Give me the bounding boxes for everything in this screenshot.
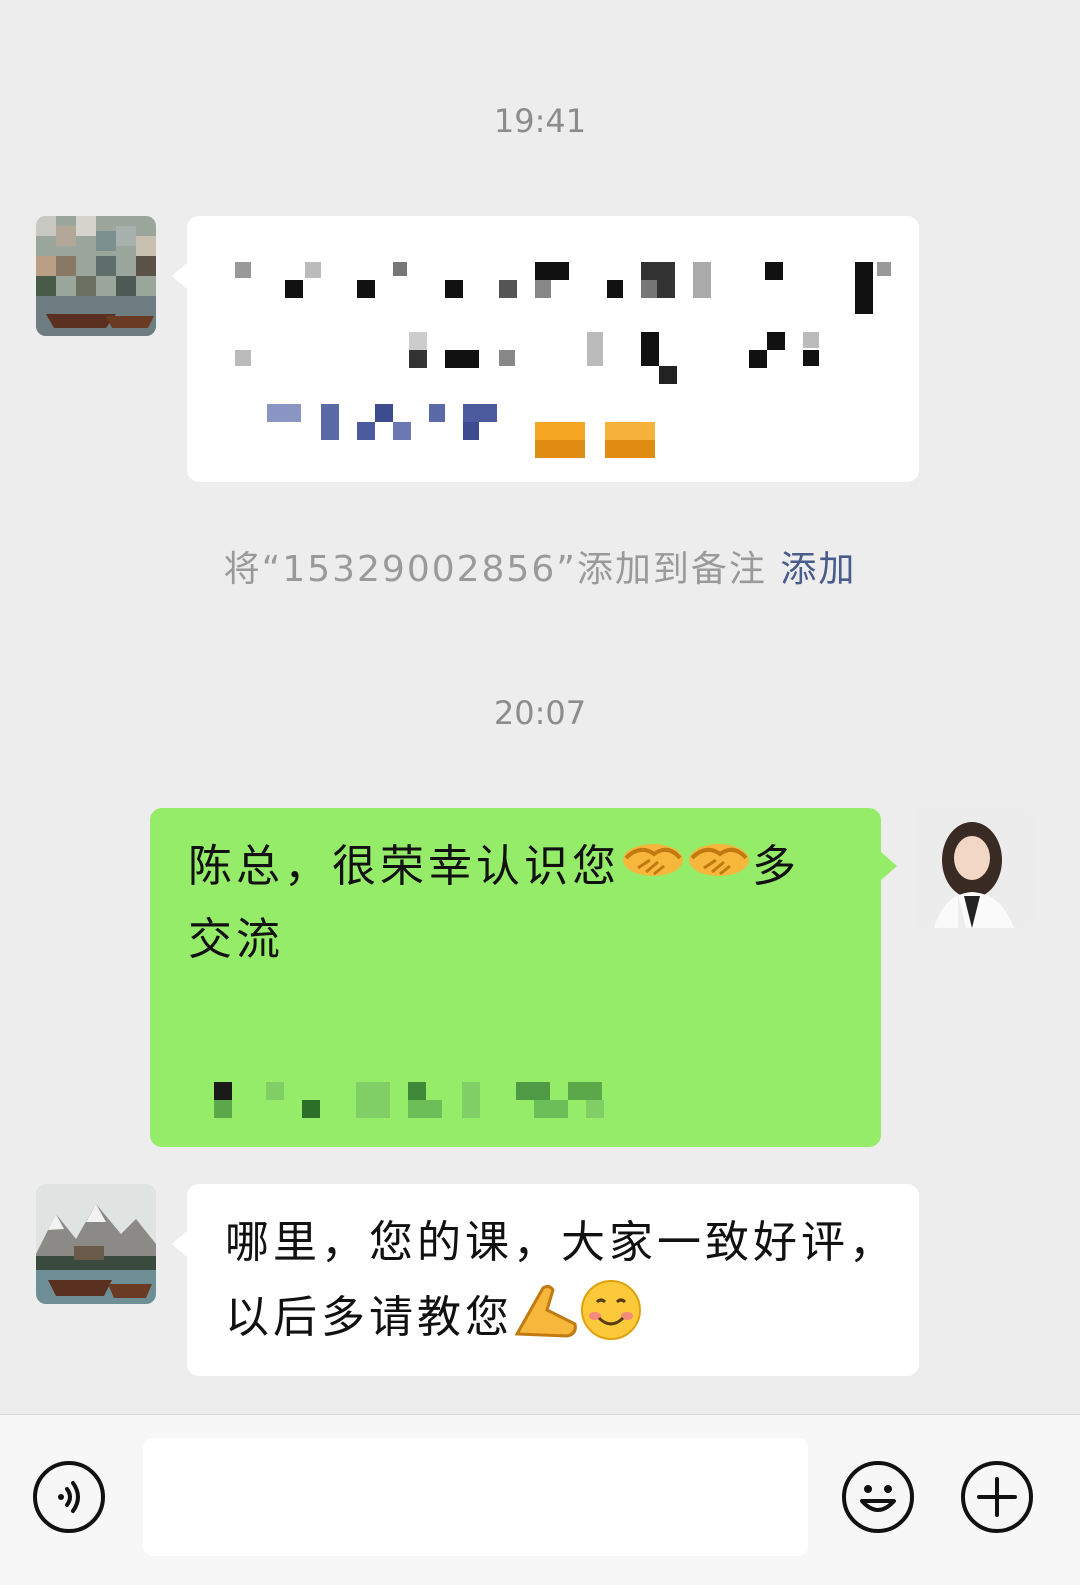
smile-emoji	[579, 1278, 643, 1363]
emoji-icon	[860, 1485, 896, 1512]
bubble-tail	[172, 1230, 188, 1258]
notice-text: 将“15329002856”添加到备注	[223, 549, 767, 590]
emoji-button[interactable]	[842, 1461, 914, 1533]
add-remark-link[interactable]: 添加	[780, 549, 856, 590]
handshake-emoji	[686, 834, 752, 905]
handshake-emoji	[620, 834, 686, 905]
voice-icon	[58, 1481, 80, 1513]
message-bubble-received-blurred[interactable]	[187, 216, 919, 482]
message-line: 多	[752, 841, 800, 892]
message-input[interactable]	[143, 1438, 808, 1556]
message-line: 哪里，您的课，大家一致好评，	[225, 1217, 897, 1268]
more-button[interactable]	[961, 1461, 1033, 1533]
timestamp: 19:41	[493, 102, 587, 140]
bubble-tail	[172, 262, 188, 290]
message-text: 哪里，您的课，大家一致好评， 以后多请教您	[225, 1208, 915, 1363]
plus-icon	[977, 1477, 1017, 1517]
my-avatar[interactable]	[914, 808, 1034, 928]
voice-button[interactable]	[33, 1461, 105, 1533]
bubble-tail	[881, 852, 897, 880]
add-remark-notice: 将“15329002856”添加到备注 添加	[0, 540, 1080, 592]
contact-avatar[interactable]	[36, 216, 156, 336]
message-line: 交流	[188, 914, 284, 965]
message-line: 以后多请教您	[225, 1292, 513, 1343]
message-bubble-received[interactable]: 哪里，您的课，大家一致好评， 以后多请教您	[187, 1184, 919, 1376]
message-text: 陈总，很荣幸认识您 多 交流	[188, 832, 858, 975]
message-line: 陈总，很荣幸认识您	[188, 841, 620, 892]
contact-avatar[interactable]	[36, 1184, 156, 1304]
pray-emoji	[513, 1280, 579, 1361]
timestamp: 20:07	[493, 694, 587, 732]
message-bubble-sent[interactable]: 陈总，很荣幸认识您 多 交流	[150, 808, 881, 1147]
